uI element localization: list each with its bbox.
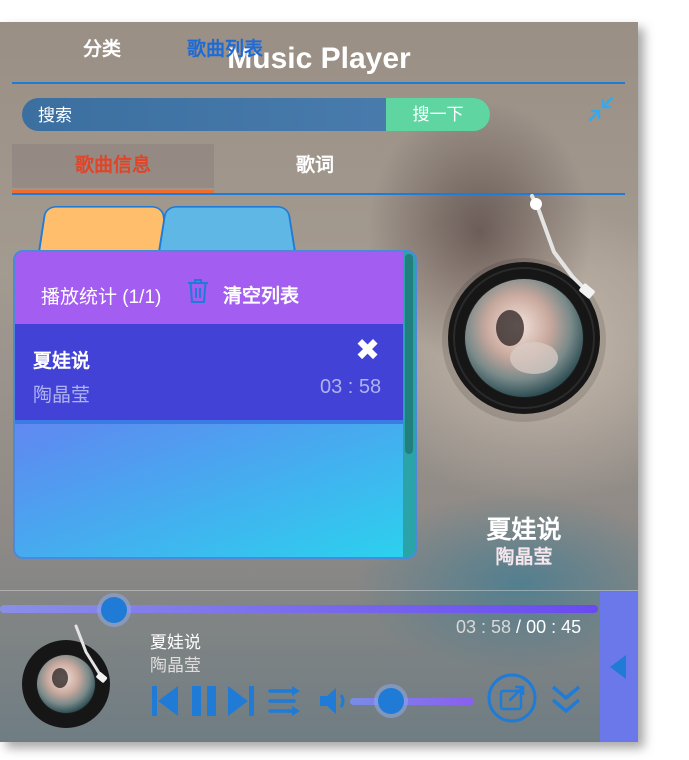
- pause-icon[interactable]: [190, 684, 218, 718]
- music-player-window: Music Player 搜一下 歌曲信息 歌词 分类 歌曲列表 播放统计 (1…: [0, 22, 638, 742]
- side-panel-toggle-button[interactable]: [600, 592, 638, 742]
- play-stats: 播放统计 (1/1): [41, 287, 162, 308]
- share-icon[interactable]: [486, 672, 538, 724]
- subtab-category[interactable]: 分类: [38, 22, 166, 72]
- remove-song-icon[interactable]: ✖: [355, 336, 380, 366]
- playlist-header: 播放统计 (1/1) 清空列表: [15, 252, 403, 324]
- playlist-panel: 播放统计 (1/1) 清空列表 夏娃说 陶晶莹 ✖ 03 : 58: [13, 250, 417, 559]
- list-item-artist: 陶晶莹: [33, 385, 91, 406]
- mini-vinyl-record: [22, 624, 110, 728]
- search-button[interactable]: 搜一下: [386, 98, 490, 131]
- trash-icon[interactable]: [187, 278, 209, 304]
- player-song-title: 夏娃说: [150, 633, 201, 652]
- time-display: 03 : 58 / 00 : 45: [456, 617, 581, 638]
- current-time: 03 : 58: [456, 617, 512, 637]
- playlist-mode-icon[interactable]: [268, 684, 302, 718]
- active-tab-underline: [12, 190, 214, 193]
- progress-bar[interactable]: [0, 605, 598, 613]
- time-separator: /: [511, 617, 527, 637]
- search-input[interactable]: [22, 98, 404, 131]
- subtab-category-shape[interactable]: [38, 206, 170, 252]
- list-item[interactable]: 夏娃说 陶晶莹 ✖ 03 : 58: [15, 324, 403, 424]
- volume-handle[interactable]: [377, 688, 404, 714]
- now-playing-artist: 陶晶莹: [495, 547, 553, 568]
- title-divider: [12, 82, 625, 84]
- previous-icon[interactable]: [150, 684, 180, 718]
- search-bar: 搜一下: [22, 98, 490, 131]
- list-item-duration: 03 : 58: [320, 376, 382, 398]
- player-artist: 陶晶莹: [150, 656, 201, 675]
- total-time: 00 : 45: [526, 617, 582, 637]
- clear-list-button[interactable]: 清空列表: [223, 281, 299, 308]
- list-item-title: 夏娃说: [33, 351, 91, 372]
- chevron-left-icon: [610, 655, 626, 679]
- volume-slider[interactable]: [350, 698, 474, 705]
- shrink-icon[interactable]: [586, 94, 616, 124]
- subtab-song-list[interactable]: 歌曲列表: [158, 22, 292, 72]
- row-divider: [15, 420, 403, 424]
- subtab-song-list-shape[interactable]: [158, 206, 296, 252]
- now-playing-title: 夏娃说: [486, 516, 562, 544]
- next-icon[interactable]: [226, 684, 256, 718]
- vinyl-record: [442, 194, 606, 422]
- control-bar-divider: [0, 590, 638, 591]
- tab-lyrics[interactable]: 歌词: [214, 144, 416, 188]
- chevron-double-down-icon[interactable]: [550, 682, 582, 716]
- tab-song-info[interactable]: 歌曲信息: [12, 144, 214, 188]
- scrollbar-thumb[interactable]: [405, 254, 413, 454]
- volume-icon[interactable]: [318, 684, 352, 718]
